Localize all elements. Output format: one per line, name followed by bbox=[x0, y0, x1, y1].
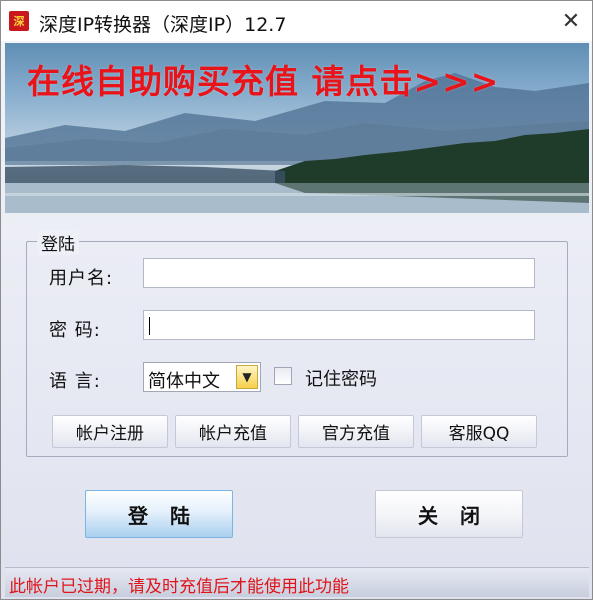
recharge-button[interactable]: 帐户充值 bbox=[175, 415, 291, 448]
close-button[interactable]: 关闭 bbox=[375, 490, 523, 538]
official-recharge-button[interactable]: 官方充值 bbox=[298, 415, 414, 448]
banner-text[interactable]: 在线自助购买充值 请点击>>> bbox=[27, 55, 499, 103]
login-button[interactable]: 登陆 bbox=[85, 490, 233, 538]
purchase-banner[interactable]: 在线自助购买充值 请点击>>> bbox=[5, 43, 589, 213]
app-icon: 深 bbox=[9, 11, 29, 31]
language-select[interactable]: 简体中文 ▼ bbox=[143, 362, 261, 392]
support-qq-button[interactable]: 客服QQ bbox=[421, 415, 537, 448]
window-title: 深度IP转换器（深度IP）12.7 bbox=[39, 14, 287, 36]
register-button[interactable]: 帐户注册 bbox=[52, 415, 168, 448]
language-selected-value: 简体中文 bbox=[148, 371, 220, 392]
password-field[interactable] bbox=[143, 310, 535, 340]
password-label: 密 码: bbox=[49, 320, 101, 341]
username-field[interactable] bbox=[143, 258, 535, 288]
title-bar[interactable]: 深 深度IP转换器（深度IP）12.7 ✕ bbox=[1, 1, 592, 41]
remember-password-checkbox[interactable] bbox=[274, 367, 292, 385]
username-label: 用户名: bbox=[49, 268, 114, 289]
login-group-legend: 登陆 bbox=[37, 230, 79, 255]
dropdown-arrow-icon[interactable]: ▼ bbox=[236, 365, 258, 389]
status-message: 此帐户已过期，请及时充值后才能使用此功能 bbox=[9, 577, 349, 597]
close-icon[interactable]: ✕ bbox=[556, 7, 586, 35]
text-caret bbox=[149, 317, 150, 335]
language-label: 语 言: bbox=[49, 371, 101, 392]
app-window: 深 深度IP转换器（深度IP）12.7 ✕ 在线自助购买充值 请点击>>> 登陆… bbox=[0, 0, 593, 600]
status-bar: 此帐户已过期，请及时充值后才能使用此功能 bbox=[5, 567, 589, 597]
remember-password-label[interactable]: 记住密码 bbox=[305, 365, 377, 391]
